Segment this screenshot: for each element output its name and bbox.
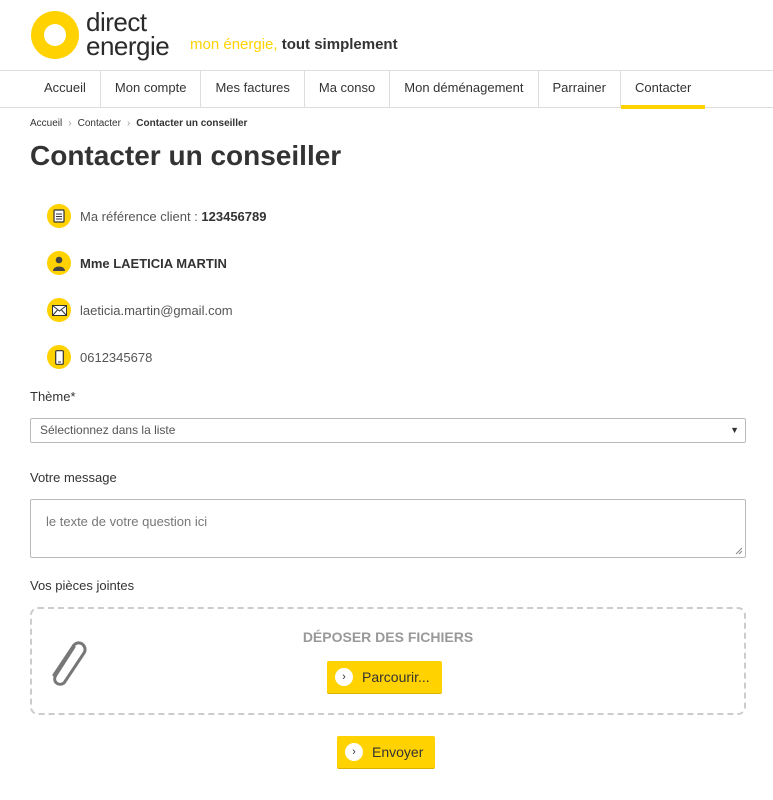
client-name: Mme LAETICIA MARTIN: [80, 255, 227, 271]
dropzone-title: DÉPOSER DES FICHIERS: [302, 629, 474, 645]
logo-line2: energie: [86, 31, 170, 61]
theme-label: Thème*: [30, 389, 76, 404]
attachments-label: Vos pièces jointes: [30, 578, 135, 593]
tagline-highlight: mon énergie,: [190, 36, 278, 53]
submit-button-label: Envoyer: [372, 744, 424, 760]
envelope-icon: [47, 298, 71, 322]
chevron-right-icon: ›: [335, 668, 353, 686]
breadcrumb-item-contacter[interactable]: Contacter: [78, 118, 121, 129]
logo-text[interactable]: direct energie: [86, 9, 170, 61]
nav-item-mon-compte[interactable]: Mon compte: [99, 71, 201, 108]
tagline-rest: tout simplement: [281, 36, 398, 53]
chevron-right-icon: ›: [68, 118, 72, 129]
header: direct energie mon énergie, tout simplem…: [0, 0, 773, 70]
file-dropzone[interactable]: DÉPOSER DES FICHIERS › Parcourir...: [30, 607, 746, 715]
browse-button-label: Parcourir...: [362, 669, 430, 685]
client-email: laeticia.martin@gmail.com: [80, 302, 233, 318]
nav-item-accueil[interactable]: Accueil: [30, 71, 100, 108]
client-email-row: laeticia.martin@gmail.com: [47, 298, 233, 322]
theme-select-value: Sélectionnez dans la liste: [40, 423, 176, 437]
chevron-right-icon: ›: [126, 118, 131, 129]
main-nav: Accueil Mon compte Mes factures Ma conso…: [0, 70, 773, 109]
browse-button[interactable]: › Parcourir...: [327, 661, 442, 693]
document-icon: [47, 204, 71, 228]
resize-handle-icon[interactable]: [735, 547, 743, 555]
chevron-right-icon: ›: [345, 743, 363, 761]
page-title: Contacter un conseiller: [30, 140, 342, 171]
tagline: mon énergie, tout simplement: [190, 36, 398, 53]
message-placeholder: le texte de votre question ici: [46, 514, 208, 529]
breadcrumb: Accueil › Contacter › Contacter un conse…: [30, 118, 247, 129]
nav-item-mes-factures[interactable]: Mes factures: [200, 71, 303, 108]
breadcrumb-item-accueil[interactable]: Accueil: [30, 118, 62, 129]
submit-button[interactable]: › Envoyer: [337, 736, 436, 768]
logo-icon[interactable]: [31, 11, 79, 59]
nav-item-ma-conso[interactable]: Ma conso: [303, 71, 389, 108]
nav-item-mon-demenagement[interactable]: Mon déménagement: [389, 71, 537, 108]
nav-item-contacter[interactable]: Contacter: [619, 71, 706, 109]
client-phone: 0612345678: [80, 349, 153, 365]
breadcrumb-current: Contacter un conseiller: [136, 118, 248, 129]
message-textarea[interactable]: le texte de votre question ici: [30, 499, 746, 558]
client-reference-label: Ma référence client :: [80, 208, 198, 224]
theme-select[interactable]: Sélectionnez dans la liste ▼: [30, 418, 746, 443]
client-reference-row: Ma référence client : 123456789: [47, 204, 266, 228]
message-label: Votre message: [30, 470, 117, 485]
caret-down-icon: ▼: [730, 425, 739, 435]
client-name-row: Mme LAETICIA MARTIN: [47, 251, 227, 275]
nav-item-parrainer[interactable]: Parrainer: [537, 71, 620, 108]
phone-icon: [47, 345, 71, 369]
user-icon: [47, 251, 71, 275]
client-phone-row: 0612345678: [47, 345, 152, 369]
client-reference-value: 123456789: [201, 208, 267, 224]
